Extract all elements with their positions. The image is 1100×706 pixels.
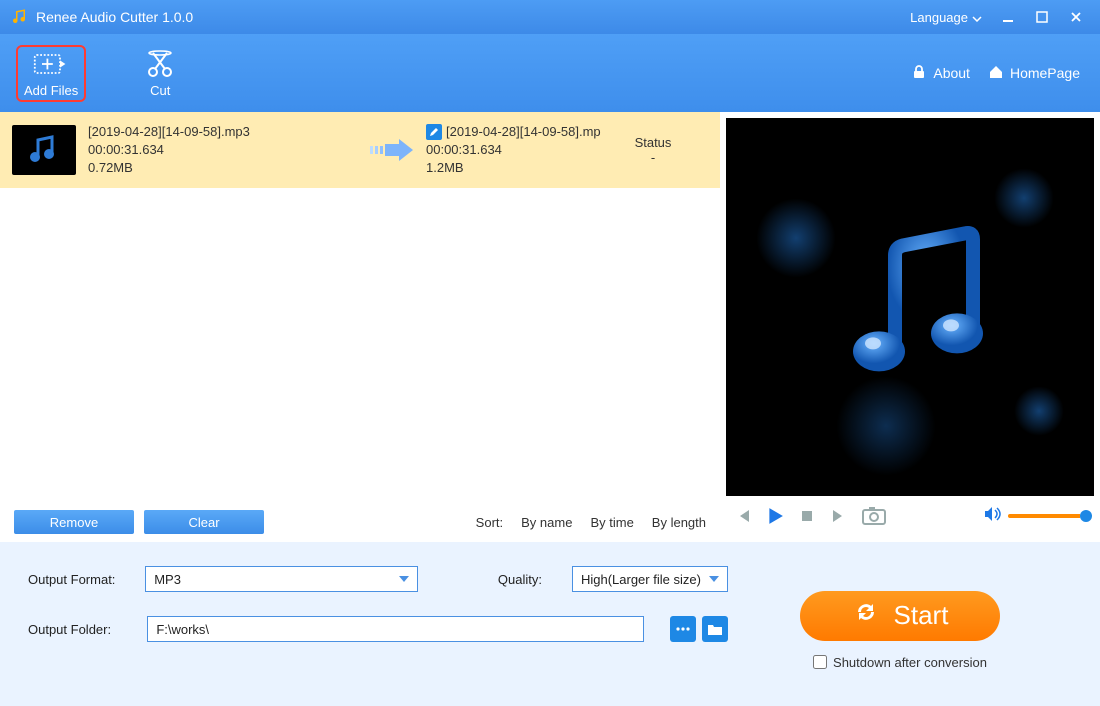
lock-icon: [911, 64, 927, 83]
add-files-icon: [33, 49, 69, 79]
target-duration: 00:00:31.634: [426, 141, 606, 159]
shutdown-checkbox[interactable]: [813, 655, 827, 669]
about-label: About: [933, 65, 970, 81]
maximize-button[interactable]: [1028, 5, 1056, 29]
output-folder-value: F:\works\: [156, 622, 209, 637]
add-files-label: Add Files: [24, 83, 78, 98]
stop-button[interactable]: [796, 505, 818, 527]
file-thumbnail: [12, 125, 76, 175]
scissors-icon: [142, 49, 178, 79]
music-note-icon: [825, 225, 995, 395]
chevron-down-icon: [709, 576, 719, 582]
add-files-button[interactable]: Add Files: [16, 45, 86, 102]
cut-button[interactable]: Cut: [134, 45, 186, 102]
preview-display: [726, 118, 1094, 496]
quality-select[interactable]: High(Larger file size): [572, 566, 728, 592]
file-status: Status -: [618, 135, 688, 165]
title-bar: Renee Audio Cutter 1.0.0 Language: [0, 0, 1100, 34]
target-filename: [2019-04-28][14-09-58].mp: [446, 123, 601, 141]
quality-value: High(Larger file size): [581, 572, 701, 587]
sort-label: Sort:: [476, 515, 503, 530]
language-dropdown[interactable]: Language: [904, 8, 988, 27]
play-button[interactable]: [764, 505, 786, 527]
quality-label: Quality:: [498, 572, 542, 587]
sort-by-length[interactable]: By length: [652, 515, 706, 530]
close-button[interactable]: [1062, 5, 1090, 29]
output-format-label: Output Format:: [28, 572, 125, 587]
language-label: Language: [910, 10, 968, 25]
output-settings-panel: Output Format: MP3 Quality: High(Larger …: [0, 542, 1100, 706]
browse-folder-button[interactable]: [670, 616, 696, 642]
shutdown-label: Shutdown after conversion: [833, 655, 987, 670]
source-duration: 00:00:31.634: [88, 141, 358, 159]
source-size: 0.72MB: [88, 159, 358, 177]
player-controls: [726, 496, 1094, 536]
window-title: Renee Audio Cutter 1.0.0: [36, 9, 193, 25]
clear-button[interactable]: Clear: [144, 510, 264, 534]
app-logo-icon: [10, 8, 28, 26]
start-button[interactable]: Start: [800, 591, 1000, 641]
target-size: 1.2MB: [426, 159, 606, 177]
file-target-info: [2019-04-28][14-09-58].mp 00:00:31.634 1…: [426, 123, 606, 178]
file-source-info: [2019-04-28][14-09-58].mp3 00:00:31.634 …: [88, 123, 358, 178]
remove-button[interactable]: Remove: [14, 510, 134, 534]
about-link[interactable]: About: [911, 64, 970, 83]
output-folder-label: Output Folder:: [28, 622, 127, 637]
status-value: -: [618, 150, 688, 165]
file-list-panel: [2019-04-28][14-09-58].mp3 00:00:31.634 …: [0, 112, 720, 542]
snapshot-button[interactable]: [860, 505, 888, 527]
file-actions-bar: Remove Clear Sort: By name By time By le…: [0, 502, 720, 542]
file-row[interactable]: [2019-04-28][14-09-58].mp3 00:00:31.634 …: [0, 112, 720, 188]
main-toolbar: Add Files Cut About HomePage: [0, 34, 1100, 112]
next-button[interactable]: [828, 505, 850, 527]
source-filename: [2019-04-28][14-09-58].mp3: [88, 123, 358, 141]
status-header: Status: [618, 135, 688, 150]
chevron-down-icon: [972, 10, 982, 25]
homepage-label: HomePage: [1010, 65, 1080, 81]
homepage-link[interactable]: HomePage: [988, 64, 1080, 83]
output-format-select[interactable]: MP3: [145, 566, 418, 592]
preview-panel: [720, 112, 1100, 542]
start-label: Start: [894, 600, 949, 631]
volume-icon[interactable]: [984, 506, 1002, 527]
output-format-value: MP3: [154, 572, 181, 587]
home-icon: [988, 64, 1004, 83]
chevron-down-icon: [399, 576, 409, 582]
sort-by-time[interactable]: By time: [590, 515, 633, 530]
minimize-button[interactable]: [994, 5, 1022, 29]
cut-label: Cut: [150, 83, 170, 98]
sort-by-name[interactable]: By name: [521, 515, 572, 530]
edit-icon[interactable]: [426, 124, 442, 140]
prev-button[interactable]: [732, 505, 754, 527]
refresh-icon: [852, 598, 880, 633]
arrow-icon: [370, 135, 414, 165]
main-area: [2019-04-28][14-09-58].mp3 00:00:31.634 …: [0, 112, 1100, 542]
volume-slider[interactable]: [1008, 514, 1088, 518]
open-folder-button[interactable]: [702, 616, 728, 642]
shutdown-checkbox-row[interactable]: Shutdown after conversion: [813, 655, 987, 670]
output-folder-input[interactable]: F:\works\: [147, 616, 644, 642]
